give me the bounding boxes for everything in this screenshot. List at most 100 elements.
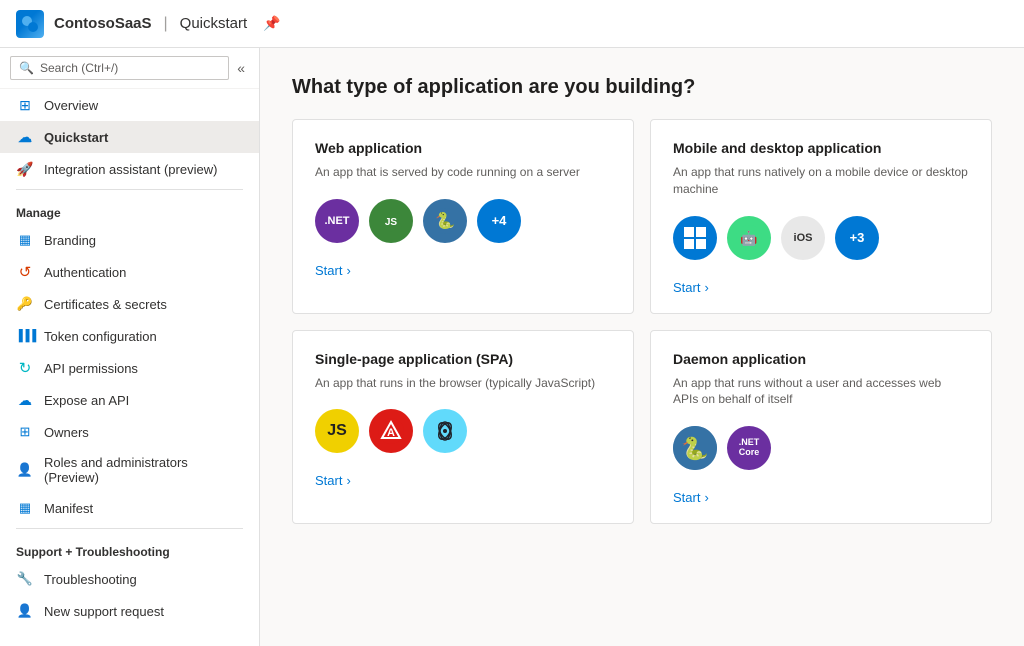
roles-icon: 👤 (16, 461, 34, 479)
card-desc: An app that runs without a user and acce… (673, 375, 969, 409)
app-type-cards: Web application An app that is served by… (292, 119, 992, 524)
token-icon: ▐▐▐ (16, 327, 34, 345)
sidebar-divider-2 (16, 528, 243, 529)
card-desc: An app that runs natively on a mobile de… (673, 164, 969, 198)
angular-icon: A (369, 409, 413, 453)
windows-icon (673, 216, 717, 260)
svg-text:🤖: 🤖 (740, 230, 757, 247)
manage-section-label: Manage (0, 194, 259, 224)
python-icon: 🐍 (423, 199, 467, 243)
card-tech-icons: 🐍 .NETCore (673, 426, 969, 470)
sidebar-item-label: Token configuration (44, 329, 157, 344)
js-icon: JS (315, 409, 359, 453)
svg-text:A: A (387, 427, 395, 439)
spa-card: Single-page application (SPA) An app tha… (292, 330, 634, 525)
spa-start-button[interactable]: Start › (315, 473, 611, 488)
main-content: What type of application are you buildin… (260, 48, 1024, 646)
sidebar-item-manifest[interactable]: ▦ Manifest (0, 492, 259, 524)
app-name: ContosoSaaS (54, 15, 152, 32)
android-icon: 🤖 (727, 216, 771, 260)
more-icons: +3 (835, 216, 879, 260)
sidebar-item-troubleshooting[interactable]: 🔧 Troubleshooting (0, 563, 259, 595)
nodejs-icon: JS (369, 199, 413, 243)
header-separator: | (164, 15, 168, 33)
start-arrow: › (704, 490, 708, 505)
sidebar-item-certificates[interactable]: 🔑 Certificates & secrets (0, 288, 259, 320)
card-title: Web application (315, 140, 611, 156)
sidebar-item-quickstart[interactable]: ☁ Quickstart (0, 121, 259, 153)
sidebar-item-expose-api[interactable]: ☁ Expose an API (0, 384, 259, 416)
card-desc: An app that runs in the browser (typical… (315, 375, 611, 392)
sidebar-item-label: Authentication (44, 265, 126, 280)
sidebar-item-label: Manifest (44, 501, 93, 516)
ios-icon: iOS (781, 216, 825, 260)
pin-icon[interactable]: 📌 (263, 15, 280, 32)
sidebar-item-label: API permissions (44, 361, 138, 376)
sidebar: 🔍 Search (Ctrl+/) « ⊞ Overview ☁ Quickst… (0, 48, 260, 646)
sidebar-item-label: Owners (44, 425, 89, 440)
sidebar-item-token-config[interactable]: ▐▐▐ Token configuration (0, 320, 259, 352)
cert-icon: 🔑 (16, 295, 34, 313)
search-row: 🔍 Search (Ctrl+/) « (0, 48, 259, 89)
card-tech-icons: 🤖 iOS +3 (673, 216, 969, 260)
expose-icon: ☁ (16, 391, 34, 409)
python2-icon: 🐍 (673, 426, 717, 470)
mobile-desktop-start-button[interactable]: Start › (673, 280, 969, 295)
card-desc: An app that is served by code running on… (315, 164, 611, 181)
dotnetcore-icon: .NETCore (727, 426, 771, 470)
more-icons: +4 (477, 199, 521, 243)
card-tech-icons: .NET JS 🐍 +4 (315, 199, 611, 243)
search-placeholder: Search (Ctrl+/) (40, 61, 118, 75)
branding-icon: ▦ (16, 231, 34, 249)
svg-text:JS: JS (385, 217, 398, 228)
mobile-desktop-card: Mobile and desktop application An app th… (650, 119, 992, 314)
web-app-card: Web application An app that is served by… (292, 119, 634, 314)
page-title: What type of application are you buildin… (292, 76, 992, 99)
search-icon: 🔍 (19, 61, 34, 75)
svg-text:🐍: 🐍 (435, 211, 455, 230)
api-icon: ↻ (16, 359, 34, 377)
wrench-icon: 🔧 (16, 570, 34, 588)
sidebar-item-label: Branding (44, 233, 96, 248)
sidebar-item-label: Roles and administrators (Preview) (44, 455, 243, 485)
daemon-start-button[interactable]: Start › (673, 490, 969, 505)
manifest-icon: ▦ (16, 499, 34, 517)
card-title: Single-page application (SPA) (315, 351, 611, 367)
sidebar-item-overview[interactable]: ⊞ Overview (0, 89, 259, 121)
header-subtitle: Quickstart (180, 15, 248, 32)
sidebar-item-owners[interactable]: ⊞ Owners (0, 416, 259, 448)
sidebar-item-label: Expose an API (44, 393, 129, 408)
app-logo (16, 10, 44, 38)
rocket-icon: 🚀 (16, 160, 34, 178)
start-arrow: › (704, 280, 708, 295)
svg-text:🐍: 🐍 (681, 436, 708, 461)
search-input[interactable]: 🔍 Search (Ctrl+/) (10, 56, 229, 80)
sidebar-item-label: Quickstart (44, 130, 108, 145)
start-arrow: › (346, 473, 350, 488)
support-section-label: Support + Troubleshooting (0, 533, 259, 563)
sidebar-item-new-support[interactable]: 👤 New support request (0, 595, 259, 627)
card-title: Mobile and desktop application (673, 140, 969, 156)
sidebar-item-label: New support request (44, 604, 164, 619)
sidebar-divider-1 (16, 189, 243, 190)
sidebar-item-roles[interactable]: 👤 Roles and administrators (Preview) (0, 448, 259, 492)
cloud-icon: ☁ (16, 128, 34, 146)
sidebar-item-api-permissions[interactable]: ↻ API permissions (0, 352, 259, 384)
collapse-button[interactable]: « (233, 56, 249, 80)
sidebar-item-label: Integration assistant (preview) (44, 162, 217, 177)
sidebar-item-authentication[interactable]: ↺ Authentication (0, 256, 259, 288)
sidebar-item-label: Overview (44, 98, 98, 113)
owners-icon: ⊞ (16, 423, 34, 441)
web-app-start-button[interactable]: Start › (315, 263, 611, 278)
support-user-icon: 👤 (16, 602, 34, 620)
grid-icon: ⊞ (16, 96, 34, 114)
card-tech-icons: JS A (315, 409, 611, 453)
sidebar-item-integration[interactable]: 🚀 Integration assistant (preview) (0, 153, 259, 185)
daemon-card: Daemon application An app that runs with… (650, 330, 992, 525)
auth-icon: ↺ (16, 263, 34, 281)
sidebar-item-branding[interactable]: ▦ Branding (0, 224, 259, 256)
react-icon (423, 409, 467, 453)
start-arrow: › (346, 263, 350, 278)
sidebar-item-label: Certificates & secrets (44, 297, 167, 312)
card-title: Daemon application (673, 351, 969, 367)
